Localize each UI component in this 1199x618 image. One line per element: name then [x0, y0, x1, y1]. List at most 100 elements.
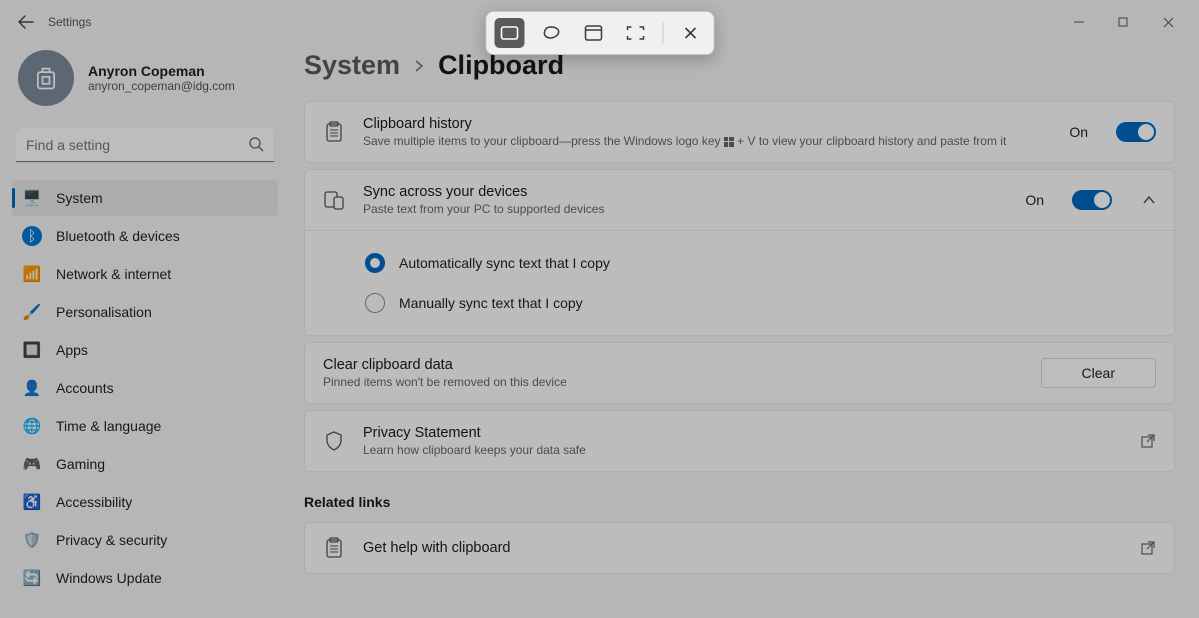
- card-get-help[interactable]: Get help with clipboard: [304, 522, 1175, 574]
- search-wrap: [16, 128, 274, 162]
- card-title: Clear clipboard data: [323, 357, 1023, 373]
- avatar: [18, 50, 74, 106]
- sidebar: Anyron Copeman anyron_copeman@idg.com 🖥️…: [0, 44, 290, 618]
- freeform-snip-icon: [542, 25, 560, 41]
- sidebar-item-gaming[interactable]: 🎮 Gaming: [12, 446, 278, 482]
- sidebar-item-label: Accessibility: [56, 494, 132, 510]
- card-title: Sync across your devices: [363, 184, 1007, 200]
- back-button[interactable]: [8, 4, 44, 40]
- snipping-toolbar: [485, 11, 714, 55]
- maximize-button[interactable]: [1101, 7, 1146, 37]
- snip-freeform-button[interactable]: [536, 18, 566, 48]
- maximize-icon: [1118, 17, 1129, 28]
- clear-button[interactable]: Clear: [1041, 358, 1156, 388]
- card-clipboard-history: Clipboard history Save multiple items to…: [304, 101, 1175, 163]
- chevron-right-icon: [412, 59, 426, 73]
- sidebar-item-time[interactable]: 🌐 Time & language: [12, 408, 278, 444]
- card-sync-devices: Sync across your devices Paste text from…: [304, 169, 1175, 336]
- accounts-icon: 👤: [22, 378, 42, 398]
- clipboard-history-toggle[interactable]: [1116, 122, 1156, 142]
- sidebar-item-label: Gaming: [56, 456, 105, 472]
- radio-auto-sync[interactable]: Automatically sync text that I copy: [365, 243, 1156, 283]
- snip-rectangle-button[interactable]: [494, 18, 524, 48]
- sidebar-item-update[interactable]: 🔄Windows Update: [12, 560, 278, 596]
- card-subtitle: Pinned items won't be removed on this de…: [323, 375, 1023, 389]
- sidebar-item-apps[interactable]: 🔲 Apps: [12, 332, 278, 368]
- avatar-placeholder-icon: [32, 64, 60, 92]
- minimize-icon: [1074, 17, 1084, 27]
- search-input[interactable]: [16, 128, 274, 162]
- privacy-icon: 🛡️: [22, 530, 42, 550]
- sync-header-row[interactable]: Sync across your devices Paste text from…: [305, 170, 1174, 230]
- card-clear-clipboard: Clear clipboard data Pinned items won't …: [304, 342, 1175, 404]
- arrow-left-icon: [18, 14, 34, 30]
- sidebar-item-label: Time & language: [56, 418, 161, 434]
- radio-icon: [365, 253, 385, 273]
- sidebar-item-label: System: [56, 190, 103, 206]
- sidebar-item-label: Network & internet: [56, 266, 171, 282]
- windows-logo-icon: [724, 137, 734, 147]
- search-icon: [248, 136, 264, 152]
- close-window-button[interactable]: [1146, 7, 1191, 37]
- chevron-up-icon: [1142, 193, 1156, 207]
- personalisation-icon: 🖌️: [22, 302, 42, 322]
- nav: 🖥️ System ᛒBluetooth & devices 📶 Network &…: [12, 180, 278, 596]
- sidebar-item-privacy[interactable]: 🛡️ Privacy & security: [12, 522, 278, 558]
- related-links-heading: Related links: [304, 494, 1175, 510]
- clipboard-icon: [323, 537, 345, 559]
- card-title: Get help with clipboard: [363, 540, 1122, 556]
- rectangle-snip-icon: [500, 26, 518, 40]
- card-subtitle: Save multiple items to your clipboard—pr…: [363, 134, 1051, 148]
- radio-icon: [365, 293, 385, 313]
- breadcrumb-parent[interactable]: System: [304, 50, 400, 81]
- sync-options-panel: Automatically sync text that I copy Manu…: [305, 230, 1174, 335]
- sidebar-item-label: Apps: [56, 342, 88, 358]
- sidebar-item-bluetooth[interactable]: ᛒBluetooth & devices: [12, 218, 278, 254]
- toggle-state: On: [1069, 124, 1088, 140]
- card-privacy-statement[interactable]: Privacy Statement Learn how clipboard ke…: [304, 410, 1175, 472]
- snip-close-button[interactable]: [675, 18, 705, 48]
- content: System Clipboard Clipboard history Save …: [290, 44, 1199, 618]
- toggle-state: On: [1025, 192, 1044, 208]
- clipboard-icon: [323, 121, 345, 143]
- accessibility-icon: ♿: [22, 492, 42, 512]
- apps-icon: 🔲: [22, 340, 42, 360]
- sidebar-item-system[interactable]: 🖥️ System: [12, 180, 278, 216]
- window-snip-icon: [584, 25, 602, 41]
- breadcrumb: System Clipboard: [304, 50, 1175, 81]
- card-title: Privacy Statement: [363, 425, 1122, 441]
- sidebar-item-label: Personalisation: [56, 304, 152, 320]
- card-subtitle: Paste text from your PC to supported dev…: [363, 202, 1007, 216]
- snip-fullscreen-button[interactable]: [620, 18, 650, 48]
- profile-email: anyron_copeman@idg.com: [88, 79, 235, 93]
- time-icon: 🌐: [22, 416, 42, 436]
- gaming-icon: 🎮: [22, 454, 42, 474]
- network-icon: 📶: [22, 264, 42, 284]
- sidebar-item-accessibility[interactable]: ♿ Accessibility: [12, 484, 278, 520]
- sidebar-item-network[interactable]: 📶 Network & internet: [12, 256, 278, 292]
- profile-name: Anyron Copeman: [88, 63, 235, 79]
- sidebar-item-personalisation[interactable]: 🖌️ Personalisation: [12, 294, 278, 330]
- shield-icon: [323, 430, 345, 452]
- system-icon: 🖥️: [22, 188, 42, 208]
- sync-toggle[interactable]: [1072, 190, 1112, 210]
- card-title: Clipboard history: [363, 116, 1051, 132]
- radio-manual-sync[interactable]: Manually sync text that I copy: [365, 283, 1156, 323]
- fullscreen-snip-icon: [626, 26, 644, 40]
- sidebar-item-label: Windows Update: [56, 570, 162, 586]
- app-title: Settings: [48, 15, 91, 29]
- minimize-button[interactable]: [1056, 7, 1101, 37]
- profile-block[interactable]: Anyron Copeman anyron_copeman@idg.com: [12, 44, 278, 124]
- radio-label: Manually sync text that I copy: [399, 295, 583, 311]
- close-icon: [1163, 17, 1174, 28]
- external-link-icon: [1140, 540, 1156, 556]
- external-link-icon: [1140, 433, 1156, 449]
- close-icon: [683, 26, 697, 40]
- sidebar-item-accounts[interactable]: 👤Accounts: [12, 370, 278, 406]
- sidebar-item-label: Privacy & security: [56, 532, 167, 548]
- sidebar-item-label: Bluetooth & devices: [56, 228, 180, 244]
- radio-label: Automatically sync text that I copy: [399, 255, 610, 271]
- card-subtitle: Learn how clipboard keeps your data safe: [363, 443, 1122, 457]
- sync-devices-icon: [323, 189, 345, 211]
- snip-window-button[interactable]: [578, 18, 608, 48]
